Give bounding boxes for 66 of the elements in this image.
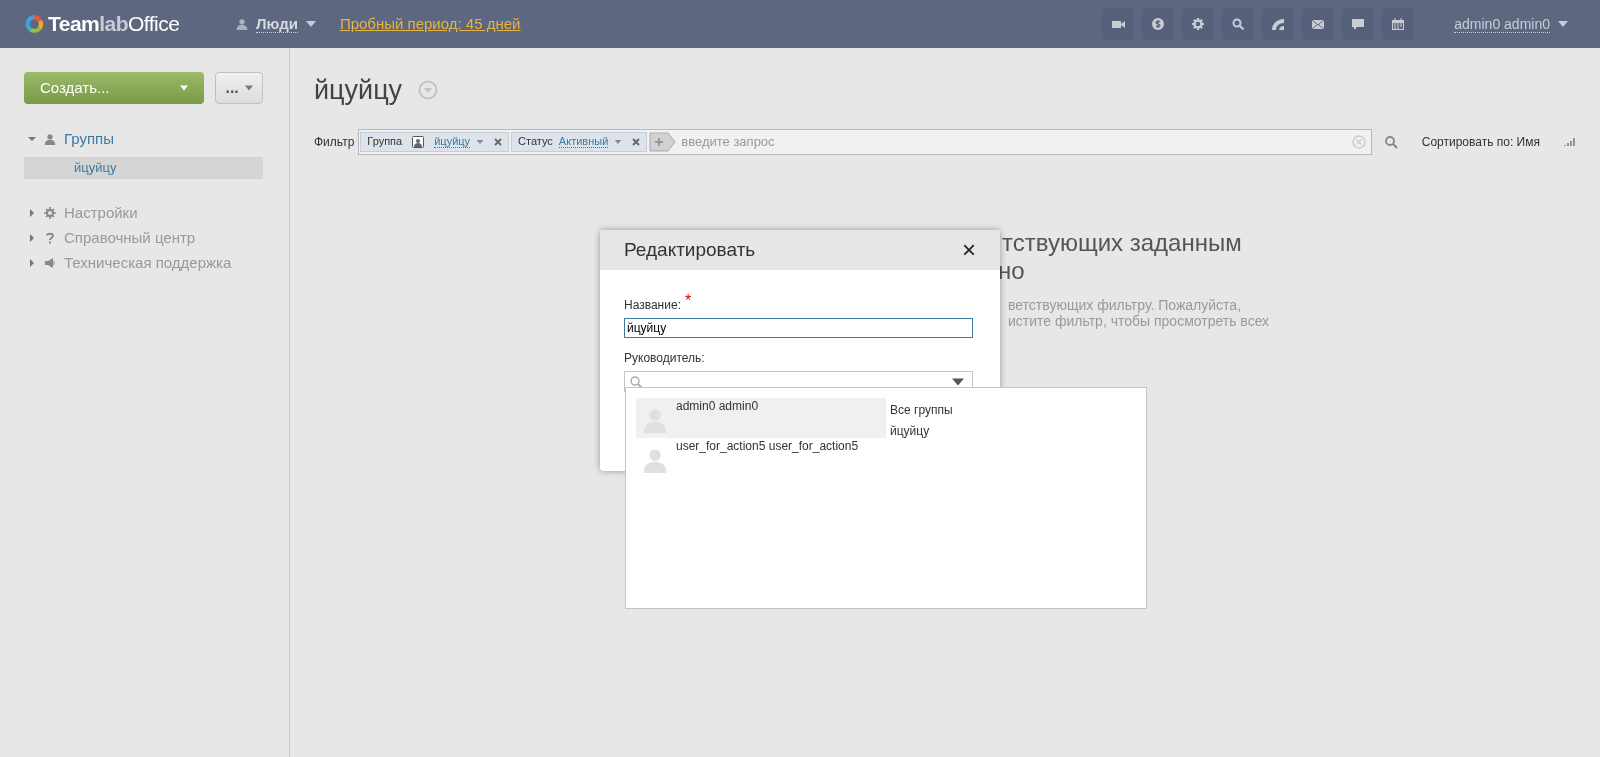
group-option[interactable]: Все группы (890, 402, 953, 418)
logo-icon (24, 14, 44, 34)
person-icon (44, 133, 56, 146)
toolbar-button[interactable] (1342, 8, 1375, 40)
question-mark-icon (44, 231, 56, 244)
group-picker-icon[interactable] (412, 135, 425, 148)
caret-icon (180, 85, 189, 91)
close-button[interactable]: × (962, 238, 976, 262)
caret-icon (305, 21, 316, 27)
logo-text[interactable]: TeamlabOffice (48, 8, 180, 40)
gear-icon (44, 206, 56, 219)
toolbar-button[interactable] (1382, 8, 1415, 40)
toolbar-button[interactable] (1302, 8, 1335, 40)
group-option[interactable]: йцуйцу (890, 423, 953, 439)
filter-chip[interactable]: Группа йцуйцу (360, 131, 510, 152)
search-input[interactable]: введите запрос (681, 131, 1350, 152)
settings-icon (1190, 16, 1207, 32)
required-mark: * (684, 293, 692, 309)
expanded-arrow-icon[interactable] (28, 135, 36, 144)
toolbar-button[interactable] (1222, 8, 1255, 40)
remove-icon[interactable] (494, 137, 503, 146)
empty-state-heading: но (998, 256, 1026, 285)
feed-icon (1270, 16, 1287, 32)
calendar-icon (1390, 16, 1407, 32)
chat-icon (1350, 16, 1367, 32)
name-input[interactable]: йцуйцу (624, 318, 973, 338)
more-button[interactable]: ... (215, 72, 263, 104)
page-title: йцуйцу (314, 74, 403, 107)
dollar-coin-icon (1150, 16, 1167, 32)
collapsed-arrow-icon[interactable] (28, 233, 36, 242)
add-filter-icon[interactable] (649, 131, 678, 152)
user-option[interactable]: user_for_action5 user_for_action5 (636, 438, 886, 478)
user-menu[interactable]: admin0 admin0 (1454, 15, 1550, 33)
field-label: Руководитель: (624, 350, 706, 367)
toolbar-button[interactable] (1102, 8, 1135, 40)
trial-link[interactable]: Пробный период: 45 дней (339, 12, 521, 36)
person-icon (642, 447, 668, 473)
collapsed-arrow-icon[interactable] (28, 258, 36, 267)
dialog-title: Редактировать (624, 237, 756, 262)
caret-icon (476, 139, 485, 144)
toolbar-button[interactable] (1262, 8, 1295, 40)
caret-icon (614, 139, 623, 144)
empty-state-text: ветствующих фильтру. Пожалуйста, (1008, 296, 1243, 313)
search-icon[interactable] (1383, 134, 1398, 149)
group-item[interactable]: йцуйцу (24, 156, 263, 179)
sort-order-icon[interactable] (1564, 136, 1576, 147)
megaphone-icon (44, 256, 56, 269)
empty-state-heading: тствующих заданным (1002, 228, 1243, 257)
module-menu[interactable]: Люди (256, 15, 298, 33)
collapsed-arrow-icon[interactable] (28, 208, 36, 217)
caret-icon (1558, 21, 1568, 27)
remove-icon[interactable] (632, 137, 641, 146)
filter-field[interactable]: Группа йцуйцу Статус Активный введите запрос (358, 128, 1372, 155)
filter-label: Фильтр (314, 133, 355, 151)
groups-link[interactable]: Группы (64, 128, 114, 151)
search-icon (629, 374, 643, 389)
person-icon (236, 18, 248, 30)
toolbar-button[interactable] (1182, 8, 1215, 40)
filter-chip[interactable]: Статус Активный (511, 131, 648, 152)
user-option[interactable]: admin0 admin0 (636, 398, 886, 438)
toolbar-button[interactable] (1142, 8, 1175, 40)
empty-state-text: истите фильтр, чтобы просмотреть всех (1008, 312, 1271, 329)
caret-icon (244, 85, 253, 91)
field-label: Название: (624, 297, 681, 314)
search-icon (1230, 16, 1247, 32)
sort-menu[interactable]: Сортировать по: Имя (1421, 132, 1540, 151)
